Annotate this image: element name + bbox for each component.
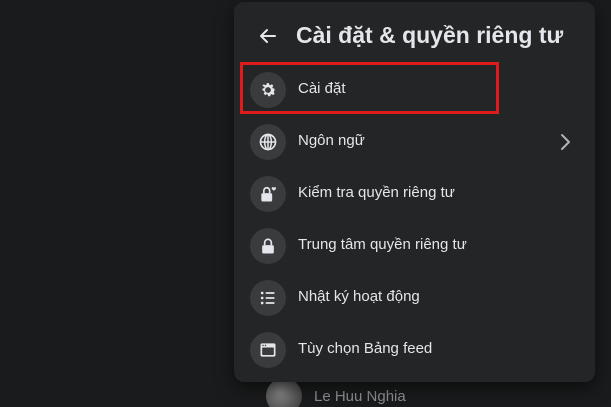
lock-icon [250,228,286,264]
behind-user-row[interactable]: Le Huu Nghia [266,378,406,407]
avatar [266,378,302,407]
menu-item-label: Nhật ký hoạt động [298,288,420,305]
menu-item-privacy-center[interactable]: Trung tâm quyền riêng tư [242,220,587,272]
menu-item-feed-preferences[interactable]: Tùy chọn Bảng feed [242,324,587,376]
menu-item-activity-log[interactable]: Nhật ký hoạt động [242,272,587,324]
menu-item-settings[interactable]: Cài đặt [242,64,587,116]
menu-item-language[interactable]: Ngôn ngữ [242,116,587,168]
settings-privacy-panel: Cài đặt & quyền riêng tư Cài đặt Ngôn ng… [234,2,595,382]
menu-item-label: Ngôn ngữ [298,132,365,149]
panel-header: Cài đặt & quyền riêng tư [234,16,595,56]
chevron-right-icon [561,134,570,150]
panel-title: Cài đặt & quyền riêng tư [296,22,564,48]
settings-menu: Cài đặt Ngôn ngữ Kiểm tra quyền riêng tư… [242,64,587,376]
feed-icon [250,332,286,368]
menu-item-privacy-checkup[interactable]: Kiểm tra quyền riêng tư [242,168,587,220]
gear-icon [250,72,286,108]
list-icon [250,280,286,316]
lock-heart-icon [250,176,286,212]
menu-item-label: Cài đặt [298,80,346,97]
arrow-left-icon [260,29,276,43]
menu-item-label: Kiểm tra quyền riêng tư [298,184,455,201]
user-name: Le Huu Nghia [314,387,406,405]
menu-item-label: Trung tâm quyền riêng tư [298,236,467,253]
globe-icon [250,124,286,160]
back-button[interactable] [252,20,284,52]
page: Le Huu Nghia Cài đặt & quyền riêng tư Cà… [0,0,611,407]
menu-item-label: Tùy chọn Bảng feed [298,340,433,357]
